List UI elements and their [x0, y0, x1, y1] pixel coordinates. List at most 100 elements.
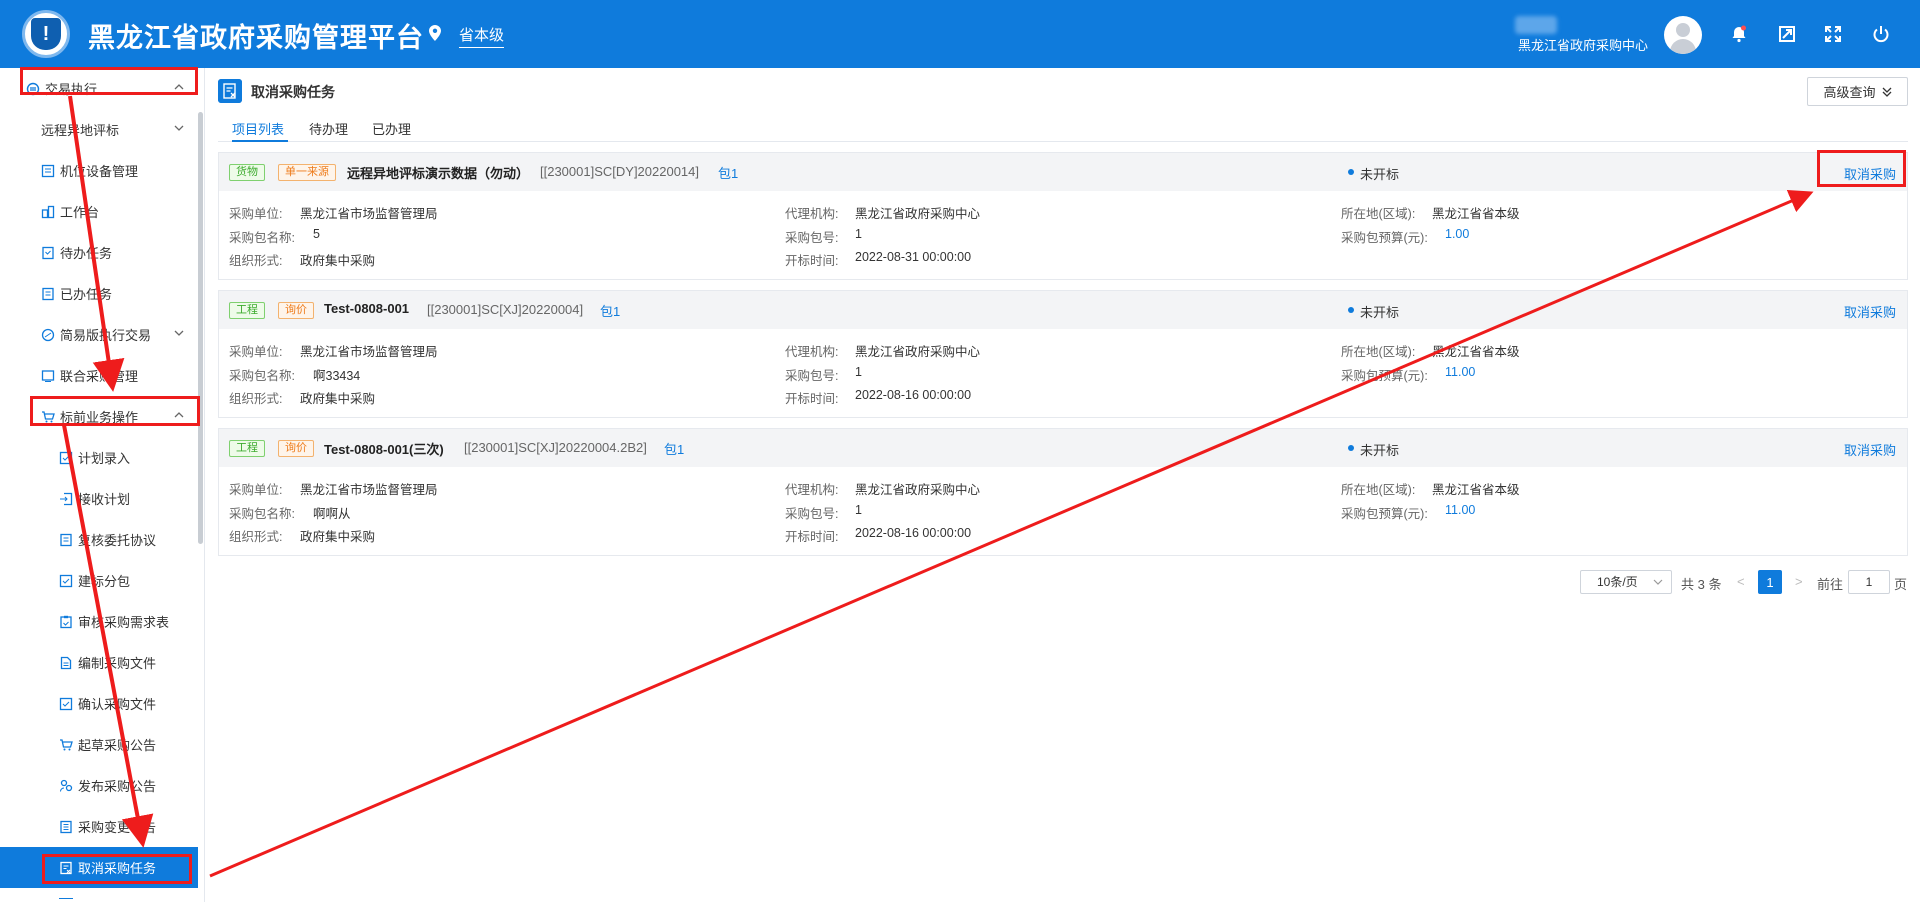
- sidebar-item-simple-trade[interactable]: 简易版执行交易: [0, 314, 198, 355]
- sidebar-item-device-mgmt[interactable]: 机位设备管理: [0, 150, 198, 191]
- pkg-name-label: 采购包名称:: [229, 507, 295, 521]
- user-org-name[interactable]: 黑龙江省政府采购中心: [1518, 35, 1648, 54]
- budget-label: 采购包预算(元):: [1341, 231, 1428, 245]
- tab-pending[interactable]: 待办理: [309, 119, 348, 138]
- agency-label: 代理机构:: [785, 207, 839, 221]
- page-size-select[interactable]: 10条/页: [1580, 570, 1672, 594]
- sidebar-item-confirm-file[interactable]: 确认采购文件: [0, 683, 198, 724]
- sidebar-item-workbench[interactable]: 工作台: [0, 191, 198, 232]
- sidebar-scrollbar[interactable]: [198, 112, 203, 544]
- screen-icon[interactable]: [1777, 24, 1797, 44]
- sidebar-item-create-package[interactable]: 建标分包: [0, 560, 198, 601]
- pkg-name-value: 啊33434: [313, 369, 361, 383]
- receive-icon: [60, 492, 73, 505]
- sidebar-item-label: 简易版执行交易: [60, 328, 152, 343]
- sidebar-item-done[interactable]: 已办任务: [0, 273, 198, 314]
- sidebar-item-label: 发布采购公告: [78, 779, 157, 794]
- partial-next-item-icon: [59, 898, 73, 902]
- tab-project-list[interactable]: 项目列表: [232, 119, 284, 138]
- sidebar-item-label: 远程异地评标: [41, 123, 120, 138]
- location-selector[interactable]: 省本级: [459, 24, 505, 48]
- chevron-down-icon: [1653, 579, 1663, 585]
- sidebar-item-publish-notice[interactable]: 发布采购公告: [0, 765, 198, 806]
- advanced-search-button[interactable]: 高级查询: [1807, 77, 1908, 106]
- open-time-value: 2022-08-31 00:00:00: [855, 250, 972, 264]
- sidebar-item-joint-purchase[interactable]: 联合采购管理: [0, 355, 198, 396]
- sidebar-item-label: 工作台: [60, 205, 100, 220]
- package-link[interactable]: 包1: [718, 163, 738, 182]
- draft-icon: [60, 738, 73, 750]
- region-label: 所在地(区域):: [1341, 483, 1416, 497]
- sidebar-item-remote-bid-eval[interactable]: 远程异地评标: [0, 109, 198, 150]
- sidebar-item-plan-entry[interactable]: 计划录入: [0, 437, 198, 478]
- budget-value: 11.00: [1445, 365, 1476, 379]
- project-name: Test-0808-001(三次): [324, 442, 444, 457]
- power-icon[interactable]: [1871, 24, 1891, 44]
- sidebar-item-label: 建标分包: [78, 574, 131, 589]
- project-card: 工程 询价 Test-0808-001(三次) [[230001]SC[XJ]2…: [218, 428, 1908, 556]
- tab-processed[interactable]: 已办理: [372, 119, 411, 138]
- unit-value: 黑龙江省市场监督管理局: [300, 207, 438, 221]
- open-time-label: 开标时间:: [785, 392, 839, 406]
- unit-label: 采购单位:: [229, 483, 283, 497]
- cancel-purchase-link[interactable]: 取消采购: [1844, 440, 1896, 459]
- annotation-box-cancel-task: [42, 854, 192, 884]
- active-tab-indicator: [232, 140, 288, 142]
- fullscreen-icon[interactable]: [1823, 24, 1843, 44]
- unit-label: 采购单位:: [229, 345, 283, 359]
- agency-label: 代理机构:: [785, 483, 839, 497]
- agency-value: 黑龙江省政府采购中心: [855, 207, 981, 221]
- org-form-value: 政府集中采购: [300, 530, 376, 544]
- device-icon: [41, 164, 55, 177]
- sidebar-item-label: 审核采购需求表: [78, 615, 170, 630]
- annotation-box-trade-execution: [20, 67, 198, 95]
- page-title: 取消采购任务: [251, 84, 335, 100]
- sidebar-item-todo[interactable]: 待办任务: [0, 232, 198, 273]
- chevron-down-icon: [174, 330, 184, 336]
- org-form-label: 组织形式:: [229, 530, 283, 544]
- category-tag: 工程: [229, 440, 265, 457]
- sidebar-item-label: 采购变更公告: [78, 820, 157, 835]
- sidebar-item-label: 复核委托协议: [78, 533, 157, 548]
- agency-value: 黑龙江省政府采购中心: [855, 483, 981, 497]
- simple-icon: [41, 328, 55, 341]
- prev-page-button[interactable]: <: [1737, 574, 1745, 589]
- status-badge: 未开标: [1360, 167, 1400, 182]
- current-page-button[interactable]: 1: [1758, 570, 1782, 594]
- sidebar-item-audit-demand[interactable]: 审核采购需求表: [0, 601, 198, 642]
- workbench-icon: [41, 205, 55, 218]
- goto-page-input[interactable]: 1: [1848, 570, 1890, 594]
- org-form-label: 组织形式:: [229, 254, 283, 268]
- audit-icon: [60, 615, 72, 628]
- sidebar-item-compile-file[interactable]: 编制采购文件: [0, 642, 198, 683]
- package-link[interactable]: 包1: [664, 439, 684, 458]
- sidebar-item-draft-notice[interactable]: 起草采购公告: [0, 724, 198, 765]
- bell-icon[interactable]: [1729, 24, 1749, 44]
- project-name: Test-0808-001: [324, 301, 410, 316]
- total-count: 共 3 条: [1681, 577, 1722, 592]
- agency-label: 代理机构:: [785, 345, 839, 359]
- page-size-value: 10条/页: [1597, 575, 1638, 589]
- method-tag: 询价: [278, 440, 314, 457]
- method-tag: 单一来源: [278, 164, 336, 181]
- sidebar-item-label: 联合采购管理: [60, 369, 139, 384]
- status-dot: [1348, 445, 1354, 451]
- avatar[interactable]: [1664, 16, 1702, 54]
- sidebar-item-change-notice[interactable]: 采购变更公告: [0, 806, 198, 847]
- pkg-name-label: 采购包名称:: [229, 231, 295, 245]
- sidebar-item-review-agreement[interactable]: 复核委托协议: [0, 519, 198, 560]
- agency-value: 黑龙江省政府采购中心: [855, 345, 981, 359]
- next-page-button[interactable]: >: [1795, 574, 1803, 589]
- org-form-value: 政府集中采购: [300, 254, 376, 268]
- method-tag: 询价: [278, 302, 314, 319]
- sidebar-item-label: 编制采购文件: [78, 656, 157, 671]
- redacted-username: [1515, 16, 1557, 34]
- annotation-box-cancel-purchase: [1817, 150, 1906, 187]
- cancel-purchase-link[interactable]: 取消采购: [1844, 302, 1896, 321]
- category-tag: 货物: [229, 164, 265, 181]
- package-icon: [59, 574, 73, 587]
- sidebar-item-label: 接收计划: [78, 492, 131, 507]
- sidebar-item-receive-plan[interactable]: 接收计划: [0, 478, 198, 519]
- package-link[interactable]: 包1: [600, 301, 620, 320]
- page-title-icon: [218, 79, 242, 103]
